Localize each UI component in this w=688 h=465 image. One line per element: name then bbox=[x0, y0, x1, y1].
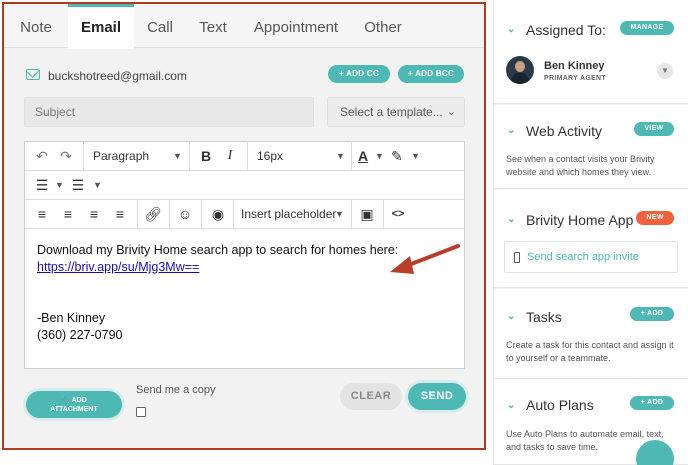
phone-icon bbox=[514, 252, 520, 263]
toolbar-divider bbox=[189, 142, 190, 170]
toolbar-divider bbox=[169, 200, 170, 228]
toolbar-divider bbox=[383, 200, 384, 228]
signature-name: -Ben Kinney bbox=[37, 311, 106, 325]
toolbar-divider bbox=[351, 200, 352, 228]
toolbar-divider bbox=[83, 142, 84, 170]
send-app-invite-label: Send search app invite bbox=[527, 251, 639, 263]
view-button[interactable]: VIEW bbox=[634, 122, 674, 136]
web-activity-card: ⌄ Web Activity VIEW See when a contact v… bbox=[494, 105, 688, 189]
toolbar-row-2: ☰ ▼ ☰ ▼ bbox=[25, 171, 464, 200]
send-app-invite-button[interactable]: Send search app invite bbox=[504, 241, 678, 273]
align-center-icon[interactable]: ≡ bbox=[59, 200, 77, 228]
clear-button[interactable]: CLEAR bbox=[340, 383, 402, 410]
manage-button[interactable]: MANAGE bbox=[620, 21, 674, 35]
chevron-down-icon[interactable]: ⌄ bbox=[507, 24, 515, 35]
new-badge: NEW bbox=[636, 211, 674, 225]
add-attachment-button[interactable]: 📎 ADD ATTACHMENT bbox=[26, 391, 122, 418]
chevron-down-icon[interactable]: ⌄ bbox=[507, 125, 515, 136]
add-bcc-button[interactable]: + ADD BCC bbox=[398, 65, 464, 83]
tasks-title: Tasks bbox=[526, 309, 562, 325]
toolbar-divider bbox=[201, 200, 202, 228]
chevron-down-icon: ⌄ bbox=[446, 106, 456, 118]
avatar bbox=[506, 56, 534, 84]
tasks-description: Create a task for this contact and assig… bbox=[506, 340, 674, 363]
toolbar-divider bbox=[233, 200, 234, 228]
send-copy-checkbox[interactable] bbox=[136, 407, 146, 417]
home-app-card: ⌄ Brivity Home App NEW bbox=[494, 190, 688, 288]
contact-sidebar: ⌄ Assigned To: MANAGE Ben Kinney PRIMARY… bbox=[493, 0, 688, 465]
tab-text[interactable]: Text bbox=[190, 4, 236, 48]
activity-type-tabs: Note Email Call Text Appointment Other bbox=[4, 4, 484, 49]
web-activity-description: See when a contact visits your Brivity w… bbox=[506, 154, 655, 177]
auto-plans-title: Auto Plans bbox=[526, 397, 594, 413]
numbered-list-icon[interactable]: ☰ bbox=[69, 171, 87, 199]
web-activity-title: Web Activity bbox=[526, 123, 602, 139]
font-size-select[interactable]: 16px bbox=[257, 142, 283, 170]
signature-phone: (360) 227-0790 bbox=[37, 328, 123, 342]
code-view-icon[interactable]: <> bbox=[387, 200, 409, 228]
template-select-value: Select a template... bbox=[340, 105, 443, 119]
chevron-down-icon: ▼ bbox=[173, 151, 182, 161]
undo-icon[interactable]: ↶ bbox=[33, 142, 51, 170]
chevron-down-icon: ▼ bbox=[336, 151, 345, 161]
tab-appointment[interactable]: Appointment bbox=[248, 4, 344, 48]
agent-dropdown-icon[interactable]: ▼ bbox=[657, 63, 673, 79]
toolbar-divider bbox=[137, 200, 138, 228]
bold-icon[interactable]: B bbox=[197, 142, 215, 170]
agent-role: PRIMARY AGENT bbox=[544, 75, 606, 82]
toolbar-divider bbox=[351, 142, 352, 170]
toolbar-row-3: ≡ ≡ ≡ ≡ 🔗︎ ☺ ◉ Insert placeholder ▼ ▣ <> bbox=[25, 200, 464, 229]
chevron-down-icon[interactable]: ⌄ bbox=[507, 400, 515, 411]
tab-call[interactable]: Call bbox=[138, 4, 182, 48]
template-select[interactable]: Select a template... ⌄ bbox=[327, 97, 465, 127]
annotation-arrow-icon bbox=[390, 244, 460, 274]
chevron-down-icon: ▼ bbox=[375, 151, 384, 161]
tasks-card: ⌄ Tasks + ADD Create a task for this con… bbox=[494, 289, 688, 379]
toolbar-row-1: ↶ ↷ Paragraph ▼ B I 16px ▼ A ▼ ✎ ▼ bbox=[25, 142, 464, 171]
chevron-down-icon: ▼ bbox=[411, 151, 420, 161]
italic-icon[interactable]: I bbox=[221, 142, 239, 170]
paragraph-format-select[interactable]: Paragraph bbox=[93, 142, 149, 170]
recipient-email: buckshotreed@gmail.com bbox=[48, 69, 187, 83]
image-icon[interactable]: ▣ bbox=[357, 200, 377, 228]
tab-email[interactable]: Email bbox=[68, 4, 134, 49]
align-right-icon[interactable]: ≡ bbox=[85, 200, 103, 228]
emoji-icon[interactable]: ☺ bbox=[175, 200, 195, 228]
envelope-icon bbox=[26, 69, 40, 80]
assigned-to-card: ⌄ Assigned To: MANAGE Ben Kinney PRIMARY… bbox=[494, 0, 688, 104]
bullet-list-icon[interactable]: ☰ bbox=[33, 171, 51, 199]
tab-other[interactable]: Other bbox=[356, 4, 410, 48]
send-copy-label: Send me a copy bbox=[136, 384, 216, 396]
align-justify-icon[interactable]: ≡ bbox=[111, 200, 129, 228]
agent-name: Ben Kinney bbox=[544, 60, 605, 72]
preview-eye-icon[interactable]: ◉ bbox=[207, 200, 229, 228]
send-button[interactable]: SEND bbox=[408, 383, 466, 410]
assigned-to-title: Assigned To: bbox=[526, 22, 606, 38]
chevron-down-icon: ▼ bbox=[93, 180, 102, 190]
home-app-title: Brivity Home App bbox=[526, 212, 634, 228]
chevron-down-icon: ▼ bbox=[55, 180, 64, 190]
tab-note[interactable]: Note bbox=[4, 4, 68, 48]
email-composer-panel: Note Email Call Text Appointment Other b… bbox=[2, 2, 486, 450]
chevron-down-icon[interactable]: ⌄ bbox=[507, 214, 515, 225]
chevron-down-icon: ▼ bbox=[335, 209, 344, 219]
add-cc-button[interactable]: + ADD CC bbox=[328, 65, 390, 83]
subject-input[interactable] bbox=[24, 97, 314, 127]
attachment-label-bottom: ATTACHMENT bbox=[50, 406, 98, 413]
toolbar-divider bbox=[247, 142, 248, 170]
add-task-button[interactable]: + ADD bbox=[630, 307, 674, 321]
highlight-icon[interactable]: ✎ bbox=[389, 142, 405, 170]
insert-placeholder-select[interactable]: Insert placeholder bbox=[241, 200, 336, 228]
align-left-icon[interactable]: ≡ bbox=[33, 200, 51, 228]
redo-icon[interactable]: ↷ bbox=[57, 142, 75, 170]
attachment-label-top: 📎 ADD bbox=[61, 397, 87, 404]
link-icon[interactable]: 🔗︎ bbox=[143, 200, 163, 228]
add-auto-plan-button[interactable]: + ADD bbox=[630, 396, 674, 410]
text-color-icon[interactable]: A bbox=[355, 142, 371, 170]
chevron-down-icon[interactable]: ⌄ bbox=[507, 311, 515, 322]
